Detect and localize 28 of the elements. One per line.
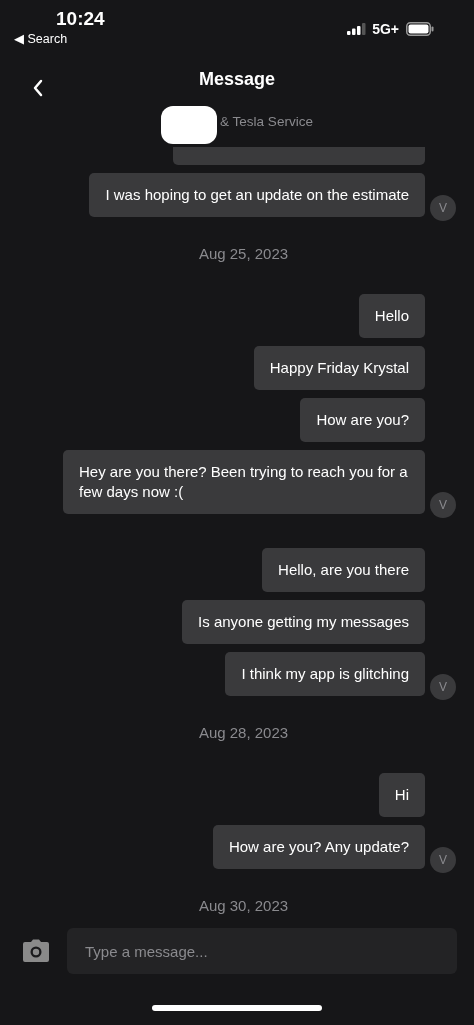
avatar: V — [430, 674, 456, 700]
network-label: 5G+ — [372, 21, 399, 37]
status-time: 10:24 — [56, 8, 105, 30]
avatar: V — [430, 847, 456, 873]
message-bubble: I think my app is glitching — [225, 652, 425, 696]
back-icon[interactable] — [32, 79, 44, 97]
message-bubble: Hi — [378, 773, 425, 817]
message-bubble: Hello — [358, 294, 425, 338]
message-bubble: I was hoping to get an update on the estimate — [89, 173, 425, 217]
message-bubble: Hey are you there? Been trying to reach you for a few days now :( — [63, 450, 425, 514]
avatar: V — [430, 195, 456, 221]
message-bubble: Hello, are you there — [262, 548, 425, 592]
message-bubble: How are you? Any update? — [212, 825, 425, 869]
date-separator: Aug 30, 2023 — [198, 896, 289, 916]
back-to-search-link[interactable]: ◀ Search — [14, 30, 68, 48]
message-bubble: How are you? — [300, 398, 425, 442]
conversation-subtitle: & Tesla Service — [220, 113, 313, 131]
message-bubble: Is anyone getting my messages — [182, 600, 425, 644]
message-input-field[interactable]: Type a message... — [67, 928, 457, 974]
date-separator: Aug 28, 2023 — [198, 723, 289, 743]
screen-title: Message — [198, 68, 275, 91]
date-separator: Aug 25, 2023 — [198, 244, 289, 264]
avatar: V — [430, 492, 456, 518]
battery-icon — [406, 22, 434, 36]
redaction-mark — [161, 106, 218, 144]
signal-icon — [347, 23, 368, 35]
message-bubble: Happy Friday Krystal — [253, 346, 425, 390]
camera-icon[interactable] — [22, 939, 50, 963]
